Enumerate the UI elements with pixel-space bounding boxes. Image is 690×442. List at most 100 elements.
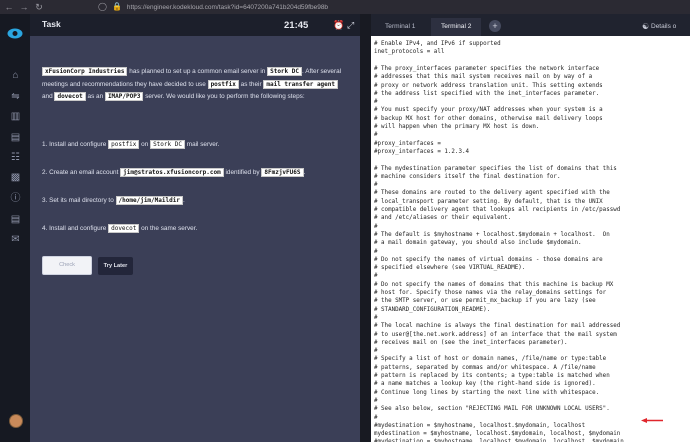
step-text: mail server. [184, 141, 220, 148]
step-text: . [303, 169, 306, 176]
terminal-line: # host for. Specify those names via the … [374, 290, 607, 296]
arrow-icon [641, 418, 663, 423]
try-later-button[interactable]: Try Later [98, 257, 133, 275]
terminal-line: # local_transport parameter setting. By … [374, 198, 603, 205]
reload-icon[interactable]: ↻ [33, 1, 45, 13]
terminal-line: # Continue long lines by starting the ne… [374, 389, 600, 396]
terminal-line: # patterns, separated by commas and/or w… [374, 364, 596, 371]
panel-divider[interactable] [360, 14, 371, 442]
terminal-line: # [374, 273, 378, 280]
check-button[interactable]: Check [42, 256, 92, 275]
terminal-line: # to user@[the.net.work.address] of an i… [374, 331, 617, 338]
forward-arrow-icon[interactable]: → [18, 1, 30, 13]
tab-terminal-1[interactable]: Terminal 1 [375, 18, 425, 36]
home-icon[interactable]: ⌂ [10, 70, 21, 81]
routes-icon[interactable]: ⇋ [10, 91, 21, 102]
shield-icon: ◯ [98, 2, 107, 11]
lock-icon: 🔒 [111, 2, 122, 11]
terminal-line: # addresses that this mail system receiv… [374, 74, 593, 81]
alarm-icon[interactable]: ⏰ [333, 20, 344, 31]
terminal-line: # STANDARD_CONFIGURATION_README). [374, 306, 491, 313]
expand-icon[interactable]: ⤢ [347, 20, 354, 31]
step-1: 1. Install and configure postfix on Stor… [42, 139, 219, 152]
details-link[interactable]: Details o [651, 23, 676, 30]
step-text: 3. Set its mail directory to [42, 197, 116, 204]
address-bar[interactable]: ◯ 🔒 https://engineer.kodekloud.com/task?… [98, 1, 328, 13]
task-timer: 21:45 [284, 20, 309, 31]
step-text: 2. Create an email account [42, 169, 121, 176]
terminal-line: # machine considers itself the final des… [374, 173, 561, 180]
step-2: 2. Create an email account jim@stratos.x… [42, 167, 305, 180]
terminal-line: #mydestination = $myhostname, localhost.… [374, 438, 627, 442]
app-sidebar: ⌂ ⇋ ▥ ▤ ☷ ▩ ⓘ ▤ ✉ [0, 14, 30, 442]
calendar-icon[interactable]: ▤ [10, 132, 21, 143]
terminal-output[interactable]: # Enable IPv4, and IPv6 if supported inet… [371, 36, 690, 442]
terminal-line: # [374, 132, 378, 139]
terminal-line: # the address list specified with the in… [374, 90, 600, 97]
terminal-line: # [374, 414, 378, 421]
step-text: 1. Install and configure [42, 141, 109, 148]
terminal-line: # [374, 248, 378, 255]
terminal-line: # The default is $myhostname + localhost… [374, 231, 610, 238]
intro-text: has planned to set up a common email ser… [127, 68, 268, 75]
terminal-line: # [374, 348, 378, 355]
terminal-line: #mydestination = $myhostname, localhost.… [374, 422, 586, 429]
step-text: on [139, 141, 151, 148]
terminal-line: # will happen when the primary MX host i… [374, 124, 540, 130]
step-text: 4. Install and configure [42, 225, 109, 232]
password-code: 8FmzjvFU6S [261, 168, 304, 177]
terminal-line: # Enable IPv4, and IPv6 if supported [374, 41, 501, 47]
terminal-line: #proxy_interfaces = 1.2.3.4 [374, 148, 469, 155]
logo-icon[interactable] [7, 27, 23, 39]
terminal-line: # The proxy_interfaces parameter specifi… [374, 65, 600, 72]
chat-icon[interactable]: ✉ [10, 234, 21, 245]
step-text: . [182, 197, 185, 204]
terminal-line: # a name matches a lookup key (the right… [374, 381, 596, 388]
terminal-line: # a mail domain gateway, you should also… [374, 240, 582, 247]
step-text: identified by [223, 169, 262, 176]
terminal-line: # compatible delivery agent that lookups… [374, 207, 621, 213]
dc-code: Stork DC [267, 67, 302, 76]
chart-icon[interactable]: ▩ [10, 172, 21, 183]
pkg-code: dovecot [108, 224, 140, 233]
terminal-line: # [374, 99, 378, 106]
terminal-line: # You must specify your proxy/NAT addres… [374, 107, 603, 114]
browser-toolbar: ← → ↻ ◯ 🔒 https://engineer.kodekloud.com… [0, 0, 690, 14]
role-code: mail transfer agent [263, 79, 339, 89]
terminal-line: # the SMTP server, or use permit_mx_back… [374, 298, 596, 305]
terminal-line: # [374, 182, 378, 189]
terminal-line: inet_protocols = all [374, 49, 445, 56]
back-arrow-icon[interactable]: ← [3, 1, 15, 13]
terminal-line: # and /etc/aliases or their equivalent. [374, 215, 512, 222]
terminal-line: # Do not specify the names of domains th… [374, 281, 614, 288]
mta-code: postfix [207, 79, 239, 89]
terminal-line: # [374, 314, 378, 321]
terminal-line: mydestination = $myhostname, localhost.$… [374, 431, 621, 438]
task-header: Task [30, 14, 360, 36]
intro-text: as their [238, 80, 264, 88]
tab-terminal-2[interactable]: Terminal 2 [431, 18, 482, 36]
avatar[interactable] [9, 414, 23, 428]
intro-text: as an [85, 93, 105, 100]
add-terminal-button[interactable]: + [489, 20, 501, 32]
terminal-line: # The mydestination parameter specifies … [374, 165, 617, 172]
terminal-tab-bar: Terminal 1 Terminal 2 + ☯ Details o [371, 14, 690, 36]
step-3: 3. Set its mail directory to /home/jim/M… [42, 195, 185, 208]
globe-icon[interactable]: ☯ [642, 22, 649, 31]
info-icon[interactable]: ⓘ [10, 193, 21, 204]
pkg-code: postfix [108, 140, 140, 149]
terminal-line: # Do not specify the names of virtual do… [374, 256, 603, 263]
terminal-line: #proxy_interfaces = [374, 140, 441, 147]
book-icon[interactable]: ▤ [10, 214, 21, 225]
dc-code: Stork DC [150, 140, 185, 149]
terminal-line: # proxy or network address translation u… [374, 82, 603, 89]
step-text: on the same server. [139, 225, 198, 232]
org-icon[interactable]: ☷ [10, 152, 21, 163]
terminal-line: # backup MX host for other domains, othe… [374, 115, 603, 122]
url-text[interactable]: https://engineer.kodekloud.com/task?id=6… [127, 4, 328, 11]
task-description: xFusionCorp Industries has planned to se… [30, 36, 360, 442]
stairs-icon[interactable]: ▥ [10, 111, 21, 122]
mda-code: dovecot [54, 92, 86, 101]
terminal-line: # [374, 397, 378, 404]
proto-code: IMAP/POP3 [104, 92, 144, 101]
